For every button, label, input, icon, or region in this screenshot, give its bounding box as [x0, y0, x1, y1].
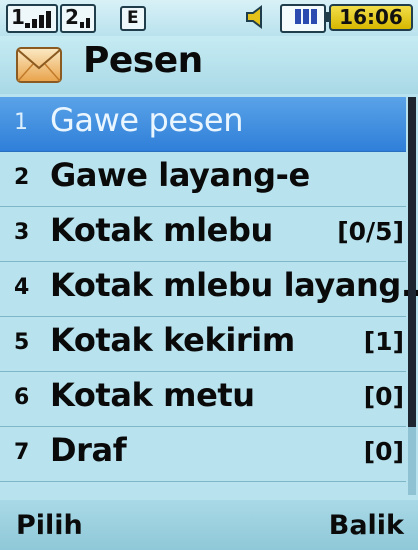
- sim2-number: 2: [65, 5, 79, 29]
- clock: 16:06: [329, 4, 413, 31]
- speaker-icon: [246, 5, 262, 29]
- menu-item-index: 3: [14, 220, 30, 245]
- softkey-bar: Pilih Balik: [0, 500, 418, 550]
- sim2-signal-icon: 2: [60, 4, 96, 33]
- menu-item-kotak-kekirim[interactable]: 5 Kotak kekirim [1]: [0, 317, 406, 372]
- menu-item-count: [0]: [363, 382, 404, 411]
- menu-item-draf[interactable]: 7 Draf [0]: [0, 427, 406, 482]
- battery-icon: [280, 4, 331, 33]
- signal-icon: 1: [6, 4, 58, 33]
- menu-item-label: Gawe pesen: [50, 101, 244, 139]
- edge-icon: E: [120, 6, 146, 31]
- screen-header: Pesen: [0, 36, 418, 94]
- menu-item-label: Gawe layang-e: [50, 156, 310, 194]
- menu-item-index: 2: [14, 165, 30, 190]
- menu-item-kotak-metu[interactable]: 6 Kotak metu [0]: [0, 372, 406, 427]
- sim1-number: 1: [11, 5, 25, 29]
- menu-item-gawe-pesen[interactable]: 1 Gawe pesen: [0, 97, 406, 152]
- menu-item-label: Kotak mlebu: [50, 211, 273, 249]
- network-badge: E: [127, 8, 139, 28]
- menu-item-index: 6: [14, 385, 30, 410]
- menu-item-count: [1]: [363, 327, 404, 356]
- menu-item-index: 1: [14, 110, 28, 135]
- select-softkey[interactable]: Pilih: [16, 510, 83, 541]
- menu-item-kotak-mlebu[interactable]: 3 Kotak mlebu [0/5]: [0, 207, 406, 262]
- status-bar: 1 2 E 16:06: [0, 0, 418, 36]
- message-menu-list: 1 Gawe pesen 2 Gawe layang-e 3 Kotak mle…: [0, 97, 418, 482]
- menu-item-gawe-layang-e[interactable]: 2 Gawe layang-e: [0, 152, 406, 207]
- back-softkey[interactable]: Balik: [329, 510, 404, 541]
- menu-item-count: [0/5]: [337, 217, 404, 246]
- envelope-icon: [16, 47, 62, 83]
- menu-item-index: 4: [14, 275, 30, 300]
- menu-item-label: Kotak kekirim: [50, 321, 295, 359]
- scrollbar-thumb[interactable]: [408, 97, 416, 427]
- scrollbar[interactable]: [408, 97, 416, 495]
- menu-item-kotak-mlebu-layang[interactable]: 4 Kotak mlebu layang...: [0, 262, 418, 317]
- page-title: Pesen: [83, 40, 203, 81]
- menu-item-index: 5: [14, 330, 30, 355]
- menu-item-label: Kotak mlebu layang...: [50, 266, 418, 304]
- menu-item-count: [0]: [363, 437, 404, 466]
- menu-item-index: 7: [14, 440, 30, 465]
- menu-item-label: Kotak metu: [50, 376, 255, 414]
- menu-item-label: Draf: [50, 431, 127, 469]
